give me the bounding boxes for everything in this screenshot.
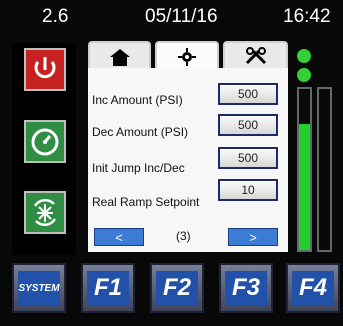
f2-key-label: F2: [156, 271, 198, 305]
tab-settings[interactable]: [155, 41, 219, 71]
indicator-panel: [288, 43, 340, 255]
status-time: 16:42: [283, 6, 331, 27]
dec-amount-field[interactable]: 500: [218, 114, 278, 136]
tools-icon: [245, 47, 266, 65]
tab-tools[interactable]: [223, 41, 288, 71]
real-ramp-setpoint-label: Real Ramp Setpoint: [92, 195, 200, 209]
f4-key-label: F4: [292, 271, 334, 305]
f4-key[interactable]: F4: [286, 263, 340, 313]
side-controls: [12, 43, 76, 255]
inc-amount-label: Inc Amount (PSI): [92, 93, 183, 107]
level-bar-left: [297, 87, 312, 252]
status-date: 05/11/16: [145, 6, 218, 27]
f3-key[interactable]: F3: [219, 263, 273, 313]
level-bar-left-fill: [299, 124, 310, 250]
home-icon: [109, 49, 130, 66]
init-jump-field[interactable]: 500: [218, 147, 278, 169]
f3-key-label: F3: [225, 271, 267, 305]
inc-amount-field[interactable]: 500: [218, 83, 278, 105]
gear-icon: [178, 48, 196, 66]
settings-panel: Inc Amount (PSI) 500 Dec Amount (PSI) 50…: [88, 68, 288, 252]
f1-key-label: F1: [87, 271, 129, 305]
real-ramp-setpoint-field[interactable]: 10: [218, 179, 278, 201]
power-icon: [34, 57, 56, 79]
dec-amount-label: Dec Amount (PSI): [92, 125, 189, 139]
snowflake-cycle-icon: [33, 199, 57, 226]
level-bar-right: [317, 87, 332, 252]
gauge-icon: [31, 128, 59, 156]
init-jump-label: Init Jump Inc/Dec: [92, 161, 185, 175]
system-key-label: SYSTEM: [18, 271, 60, 305]
f1-key[interactable]: F1: [81, 263, 135, 313]
system-key[interactable]: SYSTEM: [12, 263, 66, 313]
power-button[interactable]: [24, 48, 66, 91]
status-dot-bottom: [297, 68, 311, 82]
tab-home[interactable]: [88, 41, 151, 71]
meter-button[interactable]: [24, 120, 66, 163]
page-number: (3): [176, 229, 191, 243]
status-left-value: 2.6: [42, 6, 69, 27]
snow-button[interactable]: [24, 191, 66, 234]
prev-page-button[interactable]: <: [94, 228, 144, 246]
next-page-button[interactable]: >: [228, 228, 278, 246]
hmi-device: 2.6 05/11/16 16:42 Inc Amount (PSI) 500 …: [0, 0, 343, 326]
f2-key[interactable]: F2: [150, 263, 204, 313]
status-dot-top: [297, 49, 311, 63]
